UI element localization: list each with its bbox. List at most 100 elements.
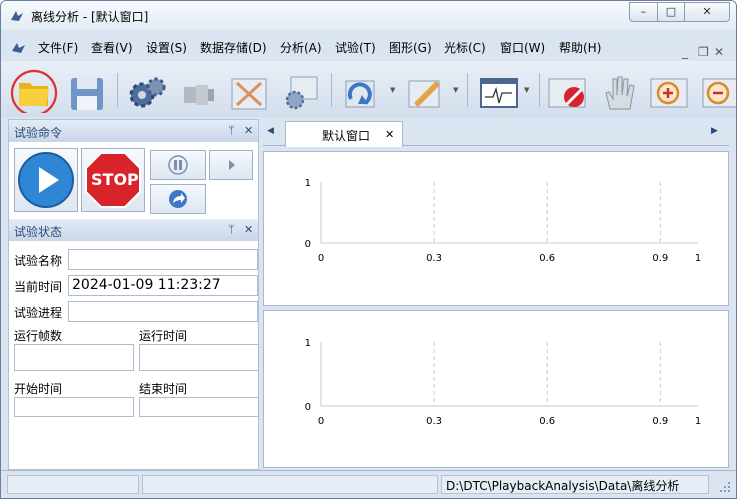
chart-panel-2[interactable]: 0 0.3 0.6 0.9 1 0 1	[263, 310, 729, 468]
open-folder-icon[interactable]	[10, 65, 58, 113]
y-tick-label: 0	[305, 239, 311, 250]
tab-scroll-right-icon[interactable]: ▶	[711, 126, 718, 136]
runtime-label: 运行时间	[139, 329, 188, 343]
document-tab-strip: ◀ 默认窗口 ✕ ▶	[263, 119, 729, 147]
toolbar: ▼ ▼ ▼	[1, 61, 736, 117]
close-button[interactable]: ✕	[684, 2, 730, 22]
stop-label: STOP	[91, 170, 139, 189]
tab-label: 默认窗口	[322, 129, 371, 143]
menu-graph[interactable]: 图形(G)	[389, 39, 432, 56]
play-small-icon	[229, 160, 235, 170]
test-progress-field[interactable]	[68, 301, 258, 322]
status-cell-1	[7, 475, 139, 494]
menu-analysis[interactable]: 分析(A)	[280, 39, 322, 56]
frames-label: 运行帧数	[14, 329, 63, 343]
settings-gears-icon[interactable]	[122, 65, 170, 113]
command-panel-header: 试验命令 ᛘ ✕	[9, 120, 258, 142]
status-panel-title: 试验状态	[14, 225, 63, 239]
chart-panel-1[interactable]: 0 0.3 0.6 0.9 1 0 1	[263, 151, 729, 306]
runtime-field[interactable]	[139, 344, 259, 371]
left-dock: 试验命令 ᛘ ✕ STOP 试验状态 ᛘ ✕ 试验名称 当前时间 2024-01…	[8, 119, 259, 470]
menu-help[interactable]: 帮助(H)	[559, 39, 601, 56]
menu-settings[interactable]: 设置(S)	[146, 39, 187, 56]
redo-arrow-icon	[169, 190, 187, 208]
waveform-dropdown-icon[interactable]: ▼	[524, 86, 529, 94]
command-panel-title: 试验命令	[14, 126, 63, 140]
refresh-icon[interactable]	[337, 65, 385, 113]
app-logo-icon	[11, 11, 23, 21]
mdi-app-icon[interactable]	[11, 41, 27, 55]
tab-close-icon[interactable]: ✕	[385, 128, 394, 141]
start-time-label: 开始时间	[14, 382, 63, 396]
menu-file[interactable]: 文件(F)	[38, 39, 78, 56]
mdi-restore-button[interactable]: ❐	[698, 45, 709, 59]
pin-icon[interactable]: ᛘ	[228, 223, 235, 236]
y-tick-label: 0	[305, 402, 311, 413]
x-tick-label: 0.9	[652, 416, 668, 427]
mdi-close-button[interactable]: ✕	[714, 45, 724, 59]
minimize-button[interactable]: –	[629, 2, 658, 22]
menu-test[interactable]: 试验(T)	[335, 39, 376, 56]
edit-pen-icon[interactable]	[400, 65, 448, 113]
stop-display-icon[interactable]	[544, 65, 592, 113]
end-time-field[interactable]	[139, 397, 259, 417]
hand-pan-icon[interactable]	[596, 65, 644, 113]
panel-close-icon[interactable]: ✕	[244, 223, 253, 236]
current-time-label: 当前时间	[14, 280, 63, 294]
channel-gears-icon[interactable]	[277, 65, 325, 113]
connect-plug-icon[interactable]	[174, 65, 222, 113]
zoom-in-icon[interactable]	[646, 65, 694, 113]
start-time-field[interactable]	[14, 397, 134, 417]
app-window: 离线分析 - [默认窗口] – □ ✕ 文件(F) 查看(V) 设置(S) 数据…	[0, 0, 737, 499]
refresh-dropdown-icon[interactable]: ▼	[390, 86, 395, 94]
menu-data-storage[interactable]: 数据存储(D)	[200, 39, 267, 56]
x-tick-label: 0.6	[539, 253, 555, 264]
menu-bar: 文件(F) 查看(V) 设置(S) 数据存储(D) 分析(A) 试验(T) 图形…	[1, 33, 736, 59]
play-button[interactable]	[14, 148, 78, 212]
play-icon	[18, 152, 74, 208]
resize-grip-icon[interactable]	[719, 481, 731, 493]
chart-2[interactable]: 0 0.3 0.6 0.9 1 0 1	[264, 311, 728, 467]
x-tick-label: 0	[318, 416, 324, 427]
status-bar: D:\DTC\PlaybackAnalysis\Data\离线分析	[1, 470, 736, 498]
waveform-icon[interactable]	[475, 65, 523, 113]
edit-dropdown-icon[interactable]: ▼	[453, 86, 458, 94]
pause-button[interactable]	[150, 150, 206, 180]
mdi-minimize-button[interactable]: _	[682, 45, 688, 59]
step-forward-button[interactable]	[209, 150, 253, 180]
test-name-field[interactable]	[68, 249, 258, 270]
zoom-out-icon[interactable]	[698, 65, 737, 113]
x-tick-label: 0	[318, 253, 324, 264]
tab-scroll-left-icon[interactable]: ◀	[267, 126, 274, 136]
pause-icon	[168, 155, 188, 175]
x-tick-label: 1	[695, 253, 701, 264]
test-name-label: 试验名称	[14, 254, 63, 268]
y-tick-label: 1	[305, 338, 311, 349]
panel-close-icon[interactable]: ✕	[244, 124, 253, 137]
current-time-field[interactable]: 2024-01-09 11:23:27	[68, 275, 258, 296]
x-tick-label: 0.9	[652, 253, 668, 264]
frames-field[interactable]	[14, 344, 134, 371]
tab-default-window[interactable]: 默认窗口 ✕	[285, 121, 403, 147]
test-progress-label: 试验进程	[14, 306, 63, 320]
end-time-label: 结束时间	[139, 382, 188, 396]
status-path: D:\DTC\PlaybackAnalysis\Data\离线分析	[441, 475, 709, 494]
status-cell-2	[142, 475, 438, 494]
status-panel-header: 试验状态 ᛘ ✕	[9, 219, 258, 241]
pin-icon[interactable]: ᛘ	[228, 124, 235, 137]
chart-1[interactable]: 0 0.3 0.6 0.9 1 0 1	[264, 152, 728, 305]
title-bar[interactable]: 离线分析 - [默认窗口] – □ ✕	[1, 1, 736, 30]
y-tick-label: 1	[305, 178, 311, 189]
stop-button[interactable]: STOP	[81, 148, 145, 212]
menu-view[interactable]: 查看(V)	[91, 39, 133, 56]
maximize-button[interactable]: □	[657, 2, 685, 22]
menu-cursor[interactable]: 光标(C)	[444, 39, 486, 56]
x-tick-label: 0.3	[426, 253, 442, 264]
menu-window[interactable]: 窗口(W)	[500, 39, 545, 56]
x-tick-label: 0.3	[426, 416, 442, 427]
chart-cancel-icon[interactable]	[225, 65, 273, 113]
x-tick-label: 0.6	[539, 416, 555, 427]
save-icon[interactable]	[63, 65, 111, 113]
x-tick-label: 1	[695, 416, 701, 427]
replay-button[interactable]	[150, 184, 206, 214]
